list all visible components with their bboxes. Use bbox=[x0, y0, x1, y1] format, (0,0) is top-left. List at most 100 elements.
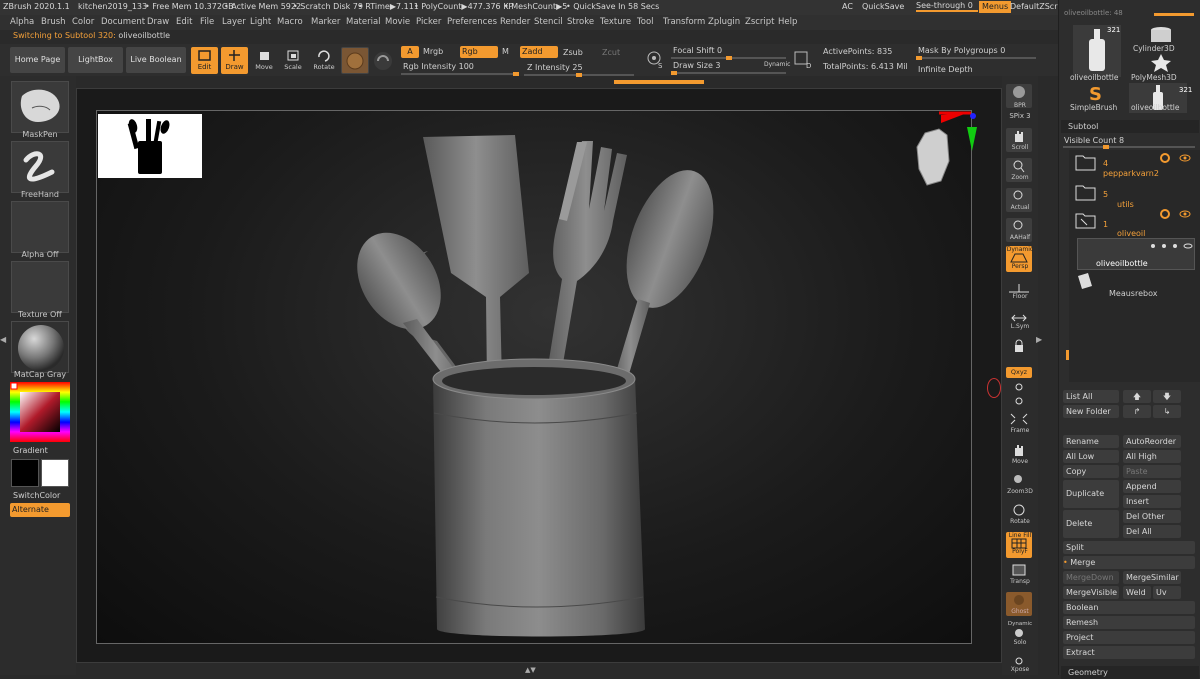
subtool-header[interactable]: Subtool bbox=[1061, 120, 1199, 133]
gradient-label[interactable]: Gradient bbox=[13, 446, 48, 455]
merge-section[interactable]: • Merge bbox=[1063, 556, 1195, 569]
infinite-depth-toggle[interactable]: Infinite Depth bbox=[918, 65, 973, 74]
geometry-header[interactable]: Geometry bbox=[1061, 666, 1199, 679]
menu-item-alpha[interactable]: Alpha bbox=[10, 17, 34, 27]
move-button[interactable]: Move bbox=[252, 47, 276, 74]
uv-toggle[interactable]: Uv bbox=[1153, 586, 1181, 599]
menu-item-help[interactable]: Help bbox=[778, 17, 797, 27]
menu-item-zscript[interactable]: Zscript bbox=[745, 17, 775, 27]
menu-item-edit[interactable]: Edit bbox=[176, 17, 192, 27]
mergedown-button[interactable]: MergeDown bbox=[1063, 571, 1119, 584]
zadd-toggle[interactable]: Zadd bbox=[520, 46, 558, 58]
autoreorder-button[interactable]: AutoReorder bbox=[1123, 435, 1181, 448]
project-section[interactable]: Project bbox=[1063, 631, 1195, 644]
floor-button[interactable] bbox=[1006, 280, 1032, 304]
subtool-gear-eye-icons[interactable] bbox=[1159, 152, 1199, 166]
switchcolor-button[interactable]: SwitchColor bbox=[13, 491, 60, 500]
menu-item-file[interactable]: File bbox=[200, 17, 214, 27]
texture-tile[interactable] bbox=[11, 261, 69, 313]
weld-toggle[interactable]: Weld bbox=[1123, 586, 1151, 599]
menu-item-document[interactable]: Document bbox=[101, 17, 145, 27]
dynamic-toggle[interactable]: Dynamic bbox=[764, 61, 790, 68]
tool-scroll[interactable] bbox=[1154, 13, 1194, 16]
alternate-button[interactable]: Alternate bbox=[10, 503, 70, 517]
scale-button[interactable]: Scale bbox=[281, 47, 305, 74]
subtool-toggles-icon[interactable] bbox=[1150, 241, 1194, 251]
menu-item-texture[interactable]: Texture bbox=[600, 17, 631, 27]
menu-item-transform[interactable]: Transform bbox=[663, 17, 705, 27]
menu-item-marker[interactable]: Marker bbox=[311, 17, 340, 27]
focal-shift-icon[interactable] bbox=[645, 49, 667, 71]
insert-button[interactable]: Insert bbox=[1123, 495, 1181, 508]
menu-item-render[interactable]: Render bbox=[500, 17, 530, 27]
menu-item-zplugin[interactable]: Zplugin bbox=[708, 17, 740, 27]
menu-item-layer[interactable]: Layer bbox=[222, 17, 246, 27]
rotate-button[interactable]: Rotate bbox=[311, 47, 337, 74]
xyz-button[interactable]: Qxyz bbox=[1006, 367, 1032, 378]
material-swatch[interactable] bbox=[341, 47, 369, 74]
rename-button[interactable]: Rename bbox=[1063, 435, 1119, 448]
append-button[interactable]: Append bbox=[1123, 480, 1181, 493]
tool-thumb-polymesh3d[interactable] bbox=[1137, 52, 1185, 72]
menu-item-macro[interactable]: Macro bbox=[277, 17, 303, 27]
subtool-scroll-marker[interactable] bbox=[1066, 350, 1069, 360]
menu-item-color[interactable]: Color bbox=[72, 17, 94, 27]
all-low-button[interactable]: All Low bbox=[1063, 450, 1119, 463]
navigation-head-gizmo[interactable] bbox=[907, 111, 977, 195]
delete-button[interactable]: Delete bbox=[1063, 510, 1119, 538]
shelf-scroll-indicator[interactable] bbox=[614, 80, 704, 84]
mergesimilar-button[interactable]: MergeSimilar bbox=[1123, 571, 1181, 584]
subtool-gear-eye-icons[interactable] bbox=[1159, 208, 1199, 222]
rgb-toggle[interactable]: Rgb bbox=[460, 46, 498, 58]
menu-item-light[interactable]: Light bbox=[250, 17, 271, 27]
lock-button[interactable] bbox=[1006, 338, 1032, 362]
live-boolean-button[interactable]: Live Boolean bbox=[126, 47, 186, 73]
document-canvas[interactable] bbox=[96, 110, 977, 644]
mrgb-toggle[interactable]: Mrgb bbox=[423, 47, 443, 56]
list-all-button[interactable]: List All bbox=[1063, 390, 1119, 403]
split-section[interactable]: Split bbox=[1063, 541, 1195, 554]
primary-color-swatch[interactable] bbox=[11, 459, 39, 487]
menu-item-stroke[interactable]: Stroke bbox=[567, 17, 594, 27]
maskpen-brush-tile[interactable] bbox=[11, 81, 69, 133]
alpha-tile[interactable] bbox=[11, 201, 69, 253]
home-page-button[interactable]: Home Page bbox=[10, 47, 65, 73]
quicksave-button[interactable]: QuickSave bbox=[862, 2, 904, 11]
subtool-name[interactable]: utils bbox=[1117, 200, 1134, 209]
ac-button[interactable]: AC bbox=[842, 2, 853, 11]
texture-sphere-icon[interactable] bbox=[374, 52, 392, 70]
menu-item-material[interactable]: Material bbox=[346, 17, 381, 27]
menu-item-draw[interactable]: Draw bbox=[147, 17, 169, 27]
focal-shift-slider[interactable] bbox=[671, 56, 786, 60]
draw-size-slider[interactable] bbox=[671, 71, 786, 75]
menu-item-brush[interactable]: Brush bbox=[41, 17, 66, 27]
color-picker[interactable] bbox=[10, 382, 70, 442]
tool-thumb-simplebrush[interactable]: S bbox=[1081, 83, 1109, 103]
visible-count-slider[interactable] bbox=[1063, 145, 1195, 149]
bottom-collapse-arrows[interactable]: ▲▼ bbox=[525, 666, 545, 674]
copy-button[interactable]: Copy bbox=[1063, 465, 1119, 478]
move-up-button[interactable]: 🡅 bbox=[1123, 390, 1151, 403]
menu-item-preferences[interactable]: Preferences bbox=[447, 17, 497, 27]
subtool-name[interactable]: Meausrebox bbox=[1109, 289, 1157, 298]
right-collapse-arrow[interactable]: ▶ bbox=[1036, 335, 1042, 347]
menu-item-tool[interactable]: Tool bbox=[637, 17, 654, 27]
subtool-list[interactable]: 4 pepparkvarn2 5 utils 1 oliveoil oliveo… bbox=[1069, 150, 1200, 382]
move-down-button[interactable]: 🡇 bbox=[1153, 390, 1181, 403]
menus-button[interactable]: Menus bbox=[979, 1, 1012, 13]
rgb-intensity-slider[interactable] bbox=[401, 72, 519, 76]
new-folder-button[interactable]: New Folder bbox=[1063, 405, 1119, 418]
move-into-folder-button[interactable]: ↱ bbox=[1123, 405, 1151, 418]
menu-item-movie[interactable]: Movie bbox=[385, 17, 410, 27]
rotate-axis-icon[interactable] bbox=[1006, 379, 1032, 409]
menu-item-stencil[interactable]: Stencil bbox=[534, 17, 563, 27]
mergevisible-button[interactable]: MergeVisible bbox=[1063, 586, 1119, 599]
move-out-folder-button[interactable]: ↳ bbox=[1153, 405, 1181, 418]
edit-button[interactable]: Edit bbox=[191, 47, 218, 74]
zsub-toggle[interactable]: Zsub bbox=[563, 48, 583, 57]
matcap-tile[interactable] bbox=[11, 321, 69, 373]
z-intensity-slider[interactable] bbox=[524, 73, 634, 77]
solo-button[interactable] bbox=[1006, 626, 1032, 640]
subtool-name[interactable]: pepparkvarn2 bbox=[1103, 169, 1159, 178]
subtool-name[interactable]: oliveoil bbox=[1117, 229, 1145, 238]
